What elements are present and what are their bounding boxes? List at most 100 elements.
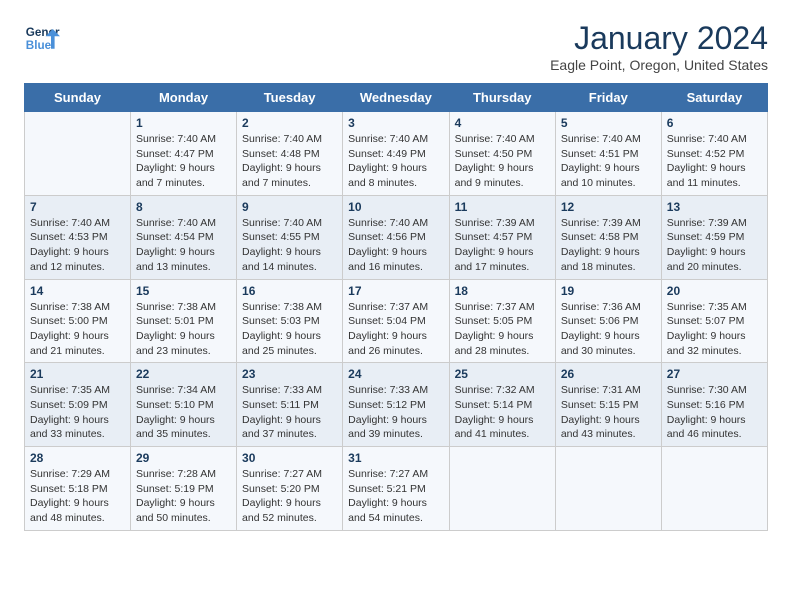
calendar-cell: 18 Sunrise: 7:37 AMSunset: 5:05 PMDayligh…	[449, 279, 555, 363]
calendar-cell	[25, 112, 131, 196]
day-number: 10	[348, 200, 443, 214]
day-info: Sunrise: 7:37 AMSunset: 5:04 PMDaylight:…	[348, 300, 443, 359]
calendar-cell: 12 Sunrise: 7:39 AMSunset: 4:58 PMDayligh…	[555, 195, 661, 279]
day-info: Sunrise: 7:35 AMSunset: 5:09 PMDaylight:…	[30, 383, 125, 442]
calendar-cell: 4 Sunrise: 7:40 AMSunset: 4:50 PMDaylight…	[449, 112, 555, 196]
day-info: Sunrise: 7:34 AMSunset: 5:10 PMDaylight:…	[136, 383, 231, 442]
day-number: 18	[455, 284, 550, 298]
calendar-cell: 14 Sunrise: 7:38 AMSunset: 5:00 PMDayligh…	[25, 279, 131, 363]
calendar-cell: 6 Sunrise: 7:40 AMSunset: 4:52 PMDaylight…	[661, 112, 767, 196]
calendar-cell: 11 Sunrise: 7:39 AMSunset: 4:57 PMDayligh…	[449, 195, 555, 279]
day-number: 19	[561, 284, 656, 298]
day-number: 1	[136, 116, 231, 130]
calendar-title: January 2024	[550, 20, 768, 57]
calendar-cell	[555, 447, 661, 531]
day-number: 16	[242, 284, 337, 298]
day-info: Sunrise: 7:39 AMSunset: 4:58 PMDaylight:…	[561, 216, 656, 275]
calendar-cell: 20Sunrise: 7:35 AMSunset: 5:07 PMDayligh…	[661, 279, 767, 363]
logo-icon: General Blue	[24, 20, 60, 56]
day-info: Sunrise: 7:32 AMSunset: 5:14 PMDaylight:…	[455, 383, 550, 442]
day-number: 24	[348, 367, 443, 381]
day-info: Sunrise: 7:40 AMSunset: 4:55 PMDaylight:…	[242, 216, 337, 275]
calendar-cell: 22Sunrise: 7:34 AMSunset: 5:10 PMDayligh…	[131, 363, 237, 447]
calendar-subtitle: Eagle Point, Oregon, United States	[550, 57, 768, 73]
header-tuesday: Tuesday	[237, 84, 343, 112]
day-info: Sunrise: 7:40 AMSunset: 4:50 PMDaylight:…	[455, 132, 550, 191]
calendar-table: SundayMondayTuesdayWednesdayThursdayFrid…	[24, 83, 768, 531]
header-sunday: Sunday	[25, 84, 131, 112]
calendar-cell: 9 Sunrise: 7:40 AMSunset: 4:55 PMDaylight…	[237, 195, 343, 279]
calendar-cell: 28 Sunrise: 7:29 AMSunset: 5:18 PMDayligh…	[25, 447, 131, 531]
day-info: Sunrise: 7:33 AMSunset: 5:11 PMDaylight:…	[242, 383, 337, 442]
day-number: 4	[455, 116, 550, 130]
day-number: 26	[561, 367, 656, 381]
day-number: 7	[30, 200, 125, 214]
calendar-cell: 21 Sunrise: 7:35 AMSunset: 5:09 PMDayligh…	[25, 363, 131, 447]
day-info: Sunrise: 7:40 AMSunset: 4:52 PMDaylight:…	[667, 132, 762, 191]
day-number: 25	[455, 367, 550, 381]
calendar-cell: 29 Sunrise: 7:28 AMSunset: 5:19 PMDayligh…	[131, 447, 237, 531]
day-number: 14	[30, 284, 125, 298]
calendar-cell: 3Sunrise: 7:40 AMSunset: 4:49 PMDaylight…	[343, 112, 449, 196]
day-info: Sunrise: 7:40 AMSunset: 4:47 PMDaylight:…	[136, 132, 231, 191]
day-info: Sunrise: 7:33 AMSunset: 5:12 PMDaylight:…	[348, 383, 443, 442]
calendar-cell: 5 Sunrise: 7:40 AMSunset: 4:51 PMDaylight…	[555, 112, 661, 196]
day-number: 11	[455, 200, 550, 214]
day-info: Sunrise: 7:36 AMSunset: 5:06 PMDaylight:…	[561, 300, 656, 359]
day-number: 15	[136, 284, 231, 298]
calendar-cell: 25 Sunrise: 7:32 AMSunset: 5:14 PMDayligh…	[449, 363, 555, 447]
calendar-cell: 30Sunrise: 7:27 AMSunset: 5:20 PMDayligh…	[237, 447, 343, 531]
header-wednesday: Wednesday	[343, 84, 449, 112]
calendar-cell: 26 Sunrise: 7:31 AMSunset: 5:15 PMDayligh…	[555, 363, 661, 447]
title-area: January 2024 Eagle Point, Oregon, United…	[550, 20, 768, 73]
day-number: 13	[667, 200, 762, 214]
day-number: 12	[561, 200, 656, 214]
calendar-cell: 7Sunrise: 7:40 AMSunset: 4:53 PMDaylight…	[25, 195, 131, 279]
calendar-week-row: 28 Sunrise: 7:29 AMSunset: 5:18 PMDayligh…	[25, 447, 768, 531]
day-info: Sunrise: 7:38 AMSunset: 5:01 PMDaylight:…	[136, 300, 231, 359]
day-info: Sunrise: 7:37 AMSunset: 5:05 PMDaylight:…	[455, 300, 550, 359]
day-number: 6	[667, 116, 762, 130]
calendar-cell: 31 Sunrise: 7:27 AMSunset: 5:21 PMDayligh…	[343, 447, 449, 531]
day-info: Sunrise: 7:28 AMSunset: 5:19 PMDaylight:…	[136, 467, 231, 526]
day-info: Sunrise: 7:31 AMSunset: 5:15 PMDaylight:…	[561, 383, 656, 442]
day-number: 27	[667, 367, 762, 381]
day-number: 2	[242, 116, 337, 130]
day-info: Sunrise: 7:40 AMSunset: 4:49 PMDaylight:…	[348, 132, 443, 191]
day-info: Sunrise: 7:39 AMSunset: 4:57 PMDaylight:…	[455, 216, 550, 275]
day-info: Sunrise: 7:38 AMSunset: 5:00 PMDaylight:…	[30, 300, 125, 359]
day-number: 5	[561, 116, 656, 130]
calendar-week-row: 21 Sunrise: 7:35 AMSunset: 5:09 PMDayligh…	[25, 363, 768, 447]
header-thursday: Thursday	[449, 84, 555, 112]
day-number: 31	[348, 451, 443, 465]
calendar-header-row: SundayMondayTuesdayWednesdayThursdayFrid…	[25, 84, 768, 112]
day-number: 17	[348, 284, 443, 298]
day-number: 29	[136, 451, 231, 465]
day-info: Sunrise: 7:40 AMSunset: 4:54 PMDaylight:…	[136, 216, 231, 275]
page-header: General Blue January 2024 Eagle Point, O…	[24, 20, 768, 73]
day-info: Sunrise: 7:27 AMSunset: 5:21 PMDaylight:…	[348, 467, 443, 526]
day-info: Sunrise: 7:38 AMSunset: 5:03 PMDaylight:…	[242, 300, 337, 359]
calendar-week-row: 1 Sunrise: 7:40 AMSunset: 4:47 PMDaylight…	[25, 112, 768, 196]
calendar-cell: 10 Sunrise: 7:40 AMSunset: 4:56 PMDayligh…	[343, 195, 449, 279]
day-info: Sunrise: 7:40 AMSunset: 4:56 PMDaylight:…	[348, 216, 443, 275]
svg-text:Blue: Blue	[26, 39, 52, 52]
day-info: Sunrise: 7:40 AMSunset: 4:51 PMDaylight:…	[561, 132, 656, 191]
day-number: 21	[30, 367, 125, 381]
day-number: 28	[30, 451, 125, 465]
calendar-cell: 2 Sunrise: 7:40 AMSunset: 4:48 PMDaylight…	[237, 112, 343, 196]
header-monday: Monday	[131, 84, 237, 112]
calendar-cell: 24 Sunrise: 7:33 AMSunset: 5:12 PMDayligh…	[343, 363, 449, 447]
day-info: Sunrise: 7:35 AMSunset: 5:07 PMDaylight:…	[667, 300, 762, 359]
day-number: 9	[242, 200, 337, 214]
day-info: Sunrise: 7:40 AMSunset: 4:48 PMDaylight:…	[242, 132, 337, 191]
calendar-cell: 13Sunrise: 7:39 AMSunset: 4:59 PMDayligh…	[661, 195, 767, 279]
logo: General Blue	[24, 20, 60, 56]
calendar-cell: 23Sunrise: 7:33 AMSunset: 5:11 PMDayligh…	[237, 363, 343, 447]
calendar-cell: 27 Sunrise: 7:30 AMSunset: 5:16 PMDayligh…	[661, 363, 767, 447]
day-info: Sunrise: 7:29 AMSunset: 5:18 PMDaylight:…	[30, 467, 125, 526]
calendar-cell	[449, 447, 555, 531]
day-number: 8	[136, 200, 231, 214]
day-info: Sunrise: 7:30 AMSunset: 5:16 PMDaylight:…	[667, 383, 762, 442]
calendar-cell	[661, 447, 767, 531]
